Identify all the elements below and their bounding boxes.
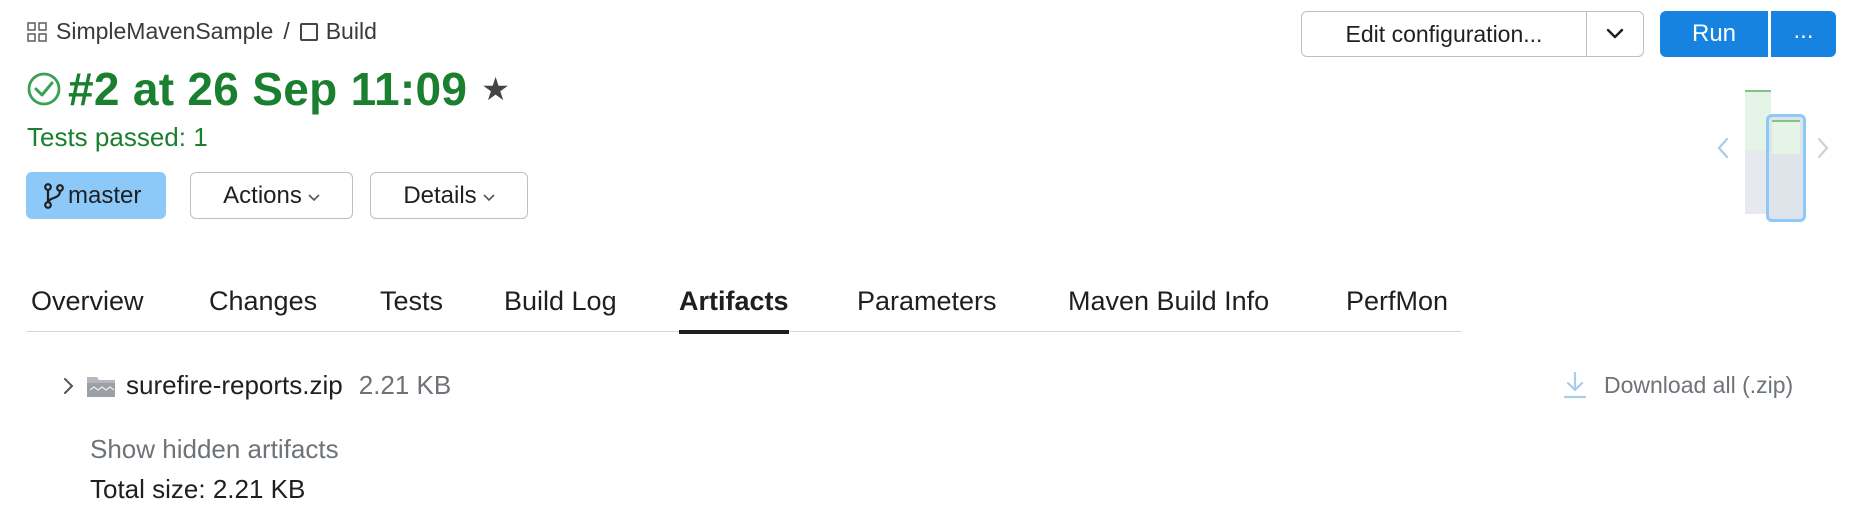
actions-button[interactable]: Actions [190, 172, 353, 219]
artifact-item[interactable]: surefire-reports.zip 2.21 KB [62, 370, 451, 401]
page-title: #2 at 26 Sep 11:09 [68, 63, 468, 115]
details-button[interactable]: Details [370, 172, 528, 219]
download-icon [1563, 371, 1587, 399]
run-options-button[interactable]: ... [1771, 11, 1836, 57]
tab-overview[interactable]: Overview [31, 280, 144, 332]
branch-label: master [68, 181, 142, 209]
breadcrumb: SimpleMavenSample / Build [26, 18, 377, 45]
edit-configuration-split-button: Edit configuration... [1301, 11, 1644, 57]
star-icon[interactable]: ★ [481, 73, 510, 105]
download-all-link[interactable]: Download all (.zip) [1562, 370, 1793, 400]
breadcrumb-project-link[interactable]: SimpleMavenSample [56, 18, 273, 45]
build-title-row: #2 at 26 Sep 11:09 ★ [26, 62, 510, 116]
show-hidden-artifacts-link[interactable]: Show hidden artifacts [90, 434, 339, 465]
edit-configuration-button[interactable]: Edit configuration... [1302, 12, 1587, 56]
tab-tests[interactable]: Tests [380, 280, 443, 332]
chevron-left-icon[interactable] [1716, 136, 1730, 160]
tab-artifacts[interactable]: Artifacts [679, 280, 789, 334]
zip-folder-icon [87, 376, 115, 397]
build-config-icon [299, 22, 318, 41]
build-tabs: Overview Changes Tests Build Log Artifac… [26, 280, 1462, 334]
success-check-icon [27, 72, 61, 106]
tab-perfmon[interactable]: PerfMon [1346, 280, 1448, 332]
breadcrumb-separator: / [283, 18, 290, 44]
history-current-build-bar-passed [1772, 120, 1800, 154]
download-all-label: Download all (.zip) [1604, 371, 1794, 398]
branch-badge[interactable]: master [26, 172, 166, 219]
total-size: Total size: 2.21 KB [90, 474, 306, 504]
tab-build-log[interactable]: Build Log [504, 280, 617, 332]
chevron-down-icon [1606, 28, 1624, 39]
run-button[interactable]: Run [1660, 11, 1768, 57]
chevron-down-icon [483, 193, 495, 201]
edit-configuration-dropdown[interactable] [1587, 12, 1643, 56]
details-label: Details [403, 181, 477, 209]
artifact-name-link[interactable]: surefire-reports.zip [126, 370, 343, 401]
branch-icon [44, 182, 64, 209]
artifact-size: 2.21 KB [358, 370, 452, 400]
chevron-down-icon [308, 193, 320, 201]
chevron-right-icon[interactable] [62, 376, 74, 396]
tab-parameters[interactable]: Parameters [857, 280, 997, 332]
breadcrumb-build-config-link[interactable]: Build [326, 18, 377, 45]
tab-maven-build-info[interactable]: Maven Build Info [1068, 280, 1269, 332]
tab-changes[interactable]: Changes [209, 280, 317, 332]
actions-label: Actions [223, 181, 302, 209]
chevron-right-icon[interactable] [1816, 136, 1830, 160]
build-history-chart [1710, 86, 1850, 222]
project-grid-icon [27, 21, 47, 42]
tests-passed-status[interactable]: Tests passed: 1 [27, 122, 208, 153]
